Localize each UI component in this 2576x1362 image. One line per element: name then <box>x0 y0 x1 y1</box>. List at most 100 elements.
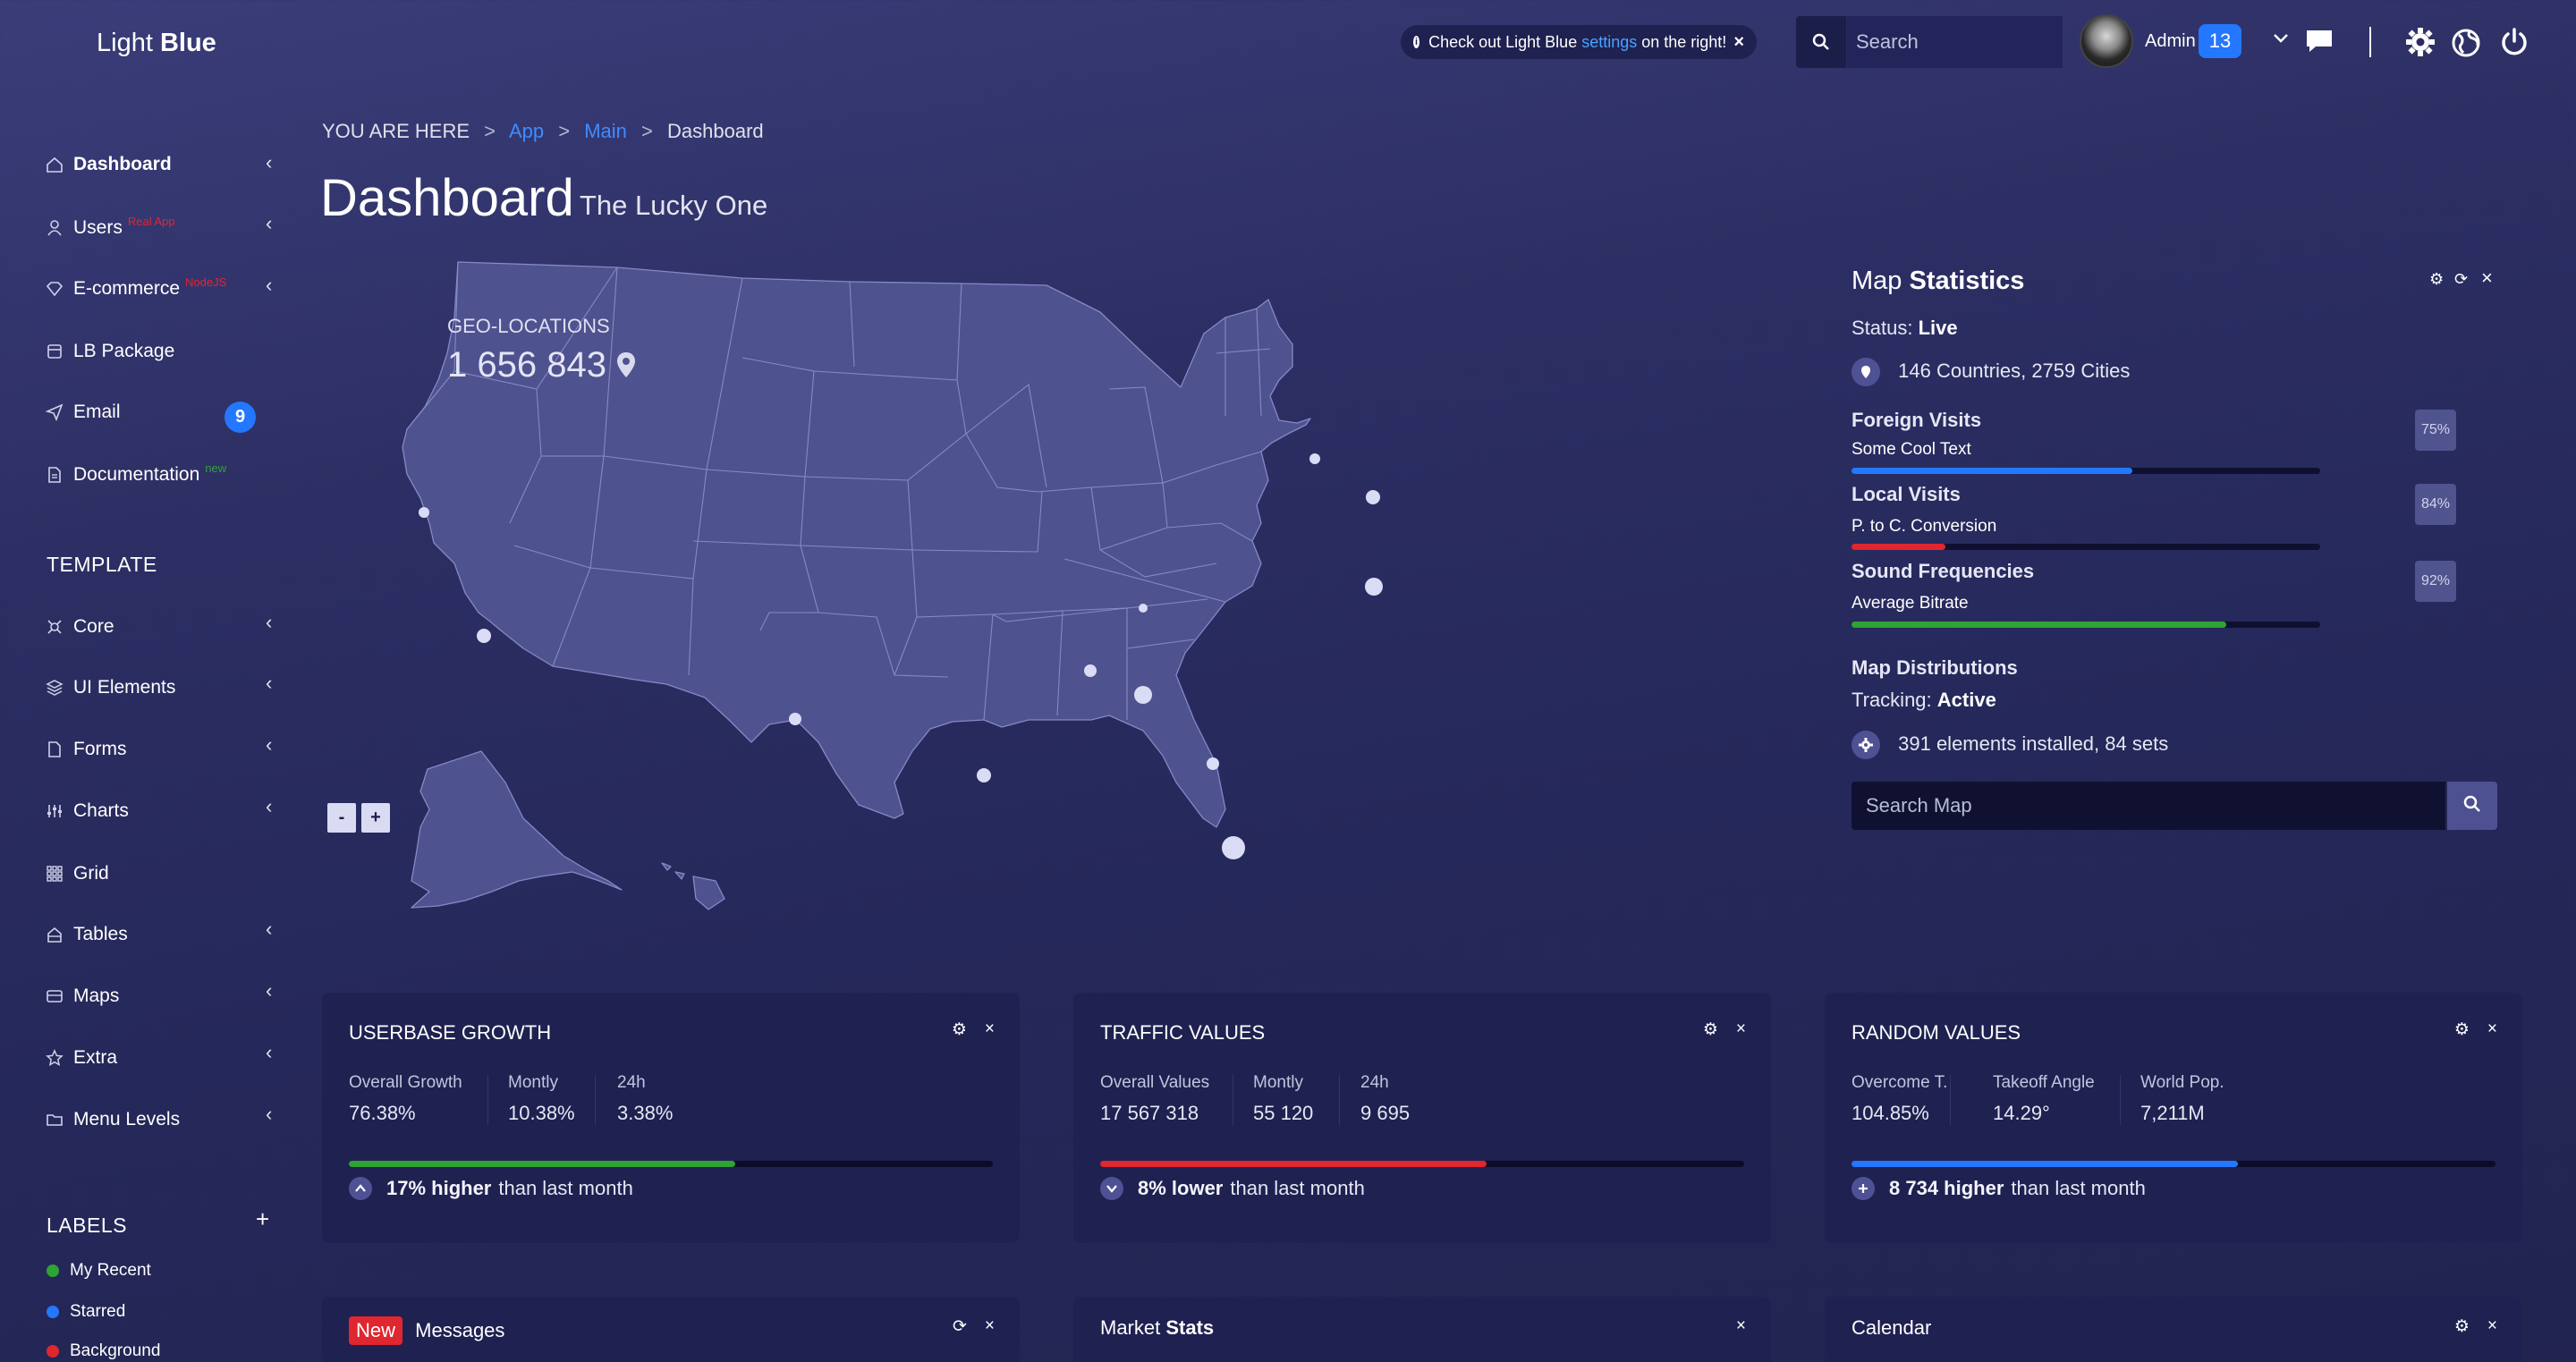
messages-title-text: Messages <box>415 1319 505 1341</box>
sidebar-item-lb-package[interactable]: LB Package <box>45 341 174 362</box>
sidebar-item-tables[interactable]: Tables <box>45 924 128 945</box>
chevron-down-icon[interactable] <box>2272 32 2290 49</box>
sidebar-item-core[interactable]: Core <box>45 616 114 638</box>
chevron-left-icon[interactable]: ‹ <box>266 611 272 634</box>
breadcrumb-main[interactable]: Main <box>584 120 627 142</box>
gear-icon[interactable]: ⚙ <box>2429 270 2444 289</box>
chevron-left-icon[interactable]: ‹ <box>266 672 272 695</box>
globe-icon[interactable] <box>2452 28 2482 63</box>
new-tag: new <box>205 461 227 475</box>
search-map-button[interactable] <box>2447 782 2497 830</box>
messages-title: New Messages <box>349 1316 504 1345</box>
chevron-left-icon[interactable]: ‹ <box>266 212 272 235</box>
sidebar-item-label: Extra <box>73 1047 118 1068</box>
sidebar-item-grid[interactable]: Grid <box>45 863 109 884</box>
zoom-out-button[interactable]: - <box>327 803 356 833</box>
chevron-left-icon[interactable]: ‹ <box>266 151 272 174</box>
user-name[interactable]: Admin <box>2145 31 2196 52</box>
label-background[interactable]: Background <box>47 1341 160 1361</box>
zoom-in-button[interactable]: + <box>361 803 390 833</box>
document-icon <box>45 465 64 485</box>
calendar-title: Calendar <box>1852 1316 1932 1339</box>
close-icon[interactable]: × <box>1736 1316 1746 1336</box>
search-input[interactable]: Search <box>1846 16 2063 68</box>
sidebar-item-label: Menu Levels <box>73 1109 181 1129</box>
sidebar-item-email[interactable]: Email <box>45 402 121 423</box>
real-app-tag: Real App <box>127 214 175 228</box>
local-visits-pct: 84% <box>2415 484 2456 525</box>
stat-value: 3.38% <box>617 1102 674 1124</box>
close-icon[interactable]: × <box>985 1019 995 1040</box>
chevron-left-icon[interactable]: ‹ <box>266 918 272 941</box>
stat-value: 9 695 <box>1360 1102 1411 1124</box>
footer-text: than last month <box>1230 1177 1365 1199</box>
chevron-left-icon[interactable]: ‹ <box>266 795 272 818</box>
refresh-icon[interactable]: ⟳ <box>953 1316 967 1337</box>
stat-montly: Montly 55 120 <box>1253 1073 1313 1125</box>
userbase-growth-widget: USERBASE GROWTH ⚙ × Overall Growth 76.38%… <box>322 993 1020 1243</box>
breadcrumb-separator: > <box>484 120 496 142</box>
package-icon <box>45 342 64 361</box>
messages-widget: New Messages ⟳ × <box>322 1297 1020 1362</box>
template-heading: TEMPLATE <box>47 553 157 576</box>
notification-badge[interactable]: 13 <box>2199 24 2241 58</box>
gear-icon[interactable]: ⚙ <box>2454 1019 2470 1040</box>
stat-montly: Montly 10.38% <box>508 1073 575 1125</box>
sidebar-item-label: Users <box>73 217 123 238</box>
sidebar-item-extra[interactable]: Extra <box>45 1047 117 1069</box>
chevron-left-icon[interactable]: ‹ <box>266 733 272 757</box>
blue-dot-icon <box>47 1306 59 1318</box>
avatar[interactable] <box>2080 14 2133 68</box>
app-logo[interactable]: Light Blue <box>97 29 216 58</box>
label-starred[interactable]: Starred <box>47 1302 125 1322</box>
tracking-label: Tracking: <box>1852 689 1932 711</box>
new-badge: New <box>349 1316 403 1345</box>
sidebar-item-documentation[interactable]: Documentation new <box>45 461 227 486</box>
map-status: Status: Live <box>1852 317 1958 340</box>
core-icon <box>45 617 64 637</box>
sidebar-item-forms[interactable]: Forms <box>45 739 127 760</box>
gear-icon[interactable]: ⚙ <box>2454 1316 2470 1337</box>
header-search[interactable]: Search <box>1796 16 2063 68</box>
add-label-icon[interactable]: + <box>256 1205 269 1233</box>
sidebar-item-maps[interactable]: Maps <box>45 986 119 1007</box>
traffic-values-widget: TRAFFIC VALUES ⚙ × Overall Values 17 567 … <box>1073 993 1771 1243</box>
gear-icon[interactable]: ⚙ <box>1703 1019 1718 1040</box>
label-my-recent[interactable]: My Recent <box>47 1261 151 1281</box>
chevron-left-icon[interactable]: ‹ <box>266 274 272 297</box>
chat-icon[interactable] <box>2305 28 2334 59</box>
alert-suffix: on the right! <box>1641 32 1727 51</box>
sound-frequencies-fill <box>1852 622 2227 628</box>
close-icon[interactable]: × <box>1736 1019 1746 1040</box>
gear-icon[interactable] <box>2405 27 2436 62</box>
sidebar-item-charts[interactable]: Charts <box>45 800 129 822</box>
close-icon[interactable]: × <box>2481 266 2493 290</box>
stat-divider <box>595 1075 596 1125</box>
gear-icon <box>1852 731 1880 759</box>
close-icon[interactable]: × <box>985 1316 995 1337</box>
chevron-left-icon[interactable]: ‹ <box>266 1041 272 1064</box>
sidebar-item-ui-elements[interactable]: UI Elements <box>45 677 175 698</box>
refresh-icon[interactable]: ⟳ <box>2454 270 2468 289</box>
close-icon[interactable]: × <box>1733 32 1744 53</box>
gear-icon[interactable]: ⚙ <box>952 1019 967 1040</box>
map-distributions-title: Map Distributions <box>1852 656 2018 679</box>
foreign-visits-title: Foreign Visits <box>1852 409 1982 431</box>
search-map-input[interactable]: Search Map <box>1852 782 2445 830</box>
breadcrumb-app[interactable]: App <box>509 120 544 142</box>
search-icon[interactable] <box>1796 33 1846 51</box>
close-icon[interactable]: × <box>2487 1316 2497 1337</box>
alert-settings-link[interactable]: settings <box>1581 33 1637 52</box>
chevron-left-icon[interactable]: ‹ <box>266 1103 272 1126</box>
power-icon[interactable] <box>2499 27 2529 62</box>
stat-24h: 24h 3.38% <box>617 1073 673 1125</box>
labels-heading: LABELS <box>47 1214 127 1237</box>
sidebar-item-users[interactable]: Users Real App <box>45 214 175 239</box>
market-stats-widget: Market Stats × <box>1073 1297 1771 1362</box>
close-icon[interactable]: × <box>2487 1019 2497 1040</box>
chevron-left-icon[interactable]: ‹ <box>266 979 272 1002</box>
sidebar-item-menu-levels[interactable]: Menu Levels <box>45 1109 180 1130</box>
sidebar-item-dashboard[interactable]: Dashboard <box>45 154 172 175</box>
sidebar-item-ecommerce[interactable]: E-commerce NodeJS <box>45 275 226 300</box>
stat-value: 10.38% <box>508 1102 575 1124</box>
